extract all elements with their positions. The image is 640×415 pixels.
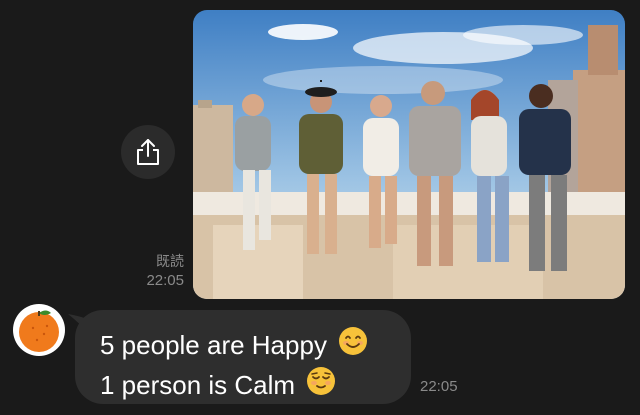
relieved-face-icon <box>305 365 337 405</box>
share-button[interactable] <box>121 125 175 179</box>
read-receipt: 既読 <box>156 253 184 269</box>
chat-view: 既読 22:05 5 people are Happy 1 person is … <box>0 0 640 415</box>
received-message-bubble[interactable]: 5 people are Happy 1 person is Calm <box>75 310 411 404</box>
received-timestamp: 22:05 <box>420 378 458 395</box>
sent-timestamp: 22:05 <box>146 272 184 289</box>
smiling-face-icon <box>337 325 369 365</box>
message-line: 5 people are Happy <box>100 325 387 365</box>
avatar[interactable] <box>13 304 65 356</box>
message-text: 5 people are Happy <box>100 329 327 360</box>
tangerine-icon <box>19 310 59 352</box>
share-icon <box>137 139 159 165</box>
message-line: 1 person is Calm <box>100 365 387 405</box>
sent-photo[interactable] <box>193 10 625 299</box>
message-text: 1 person is Calm <box>100 369 296 400</box>
